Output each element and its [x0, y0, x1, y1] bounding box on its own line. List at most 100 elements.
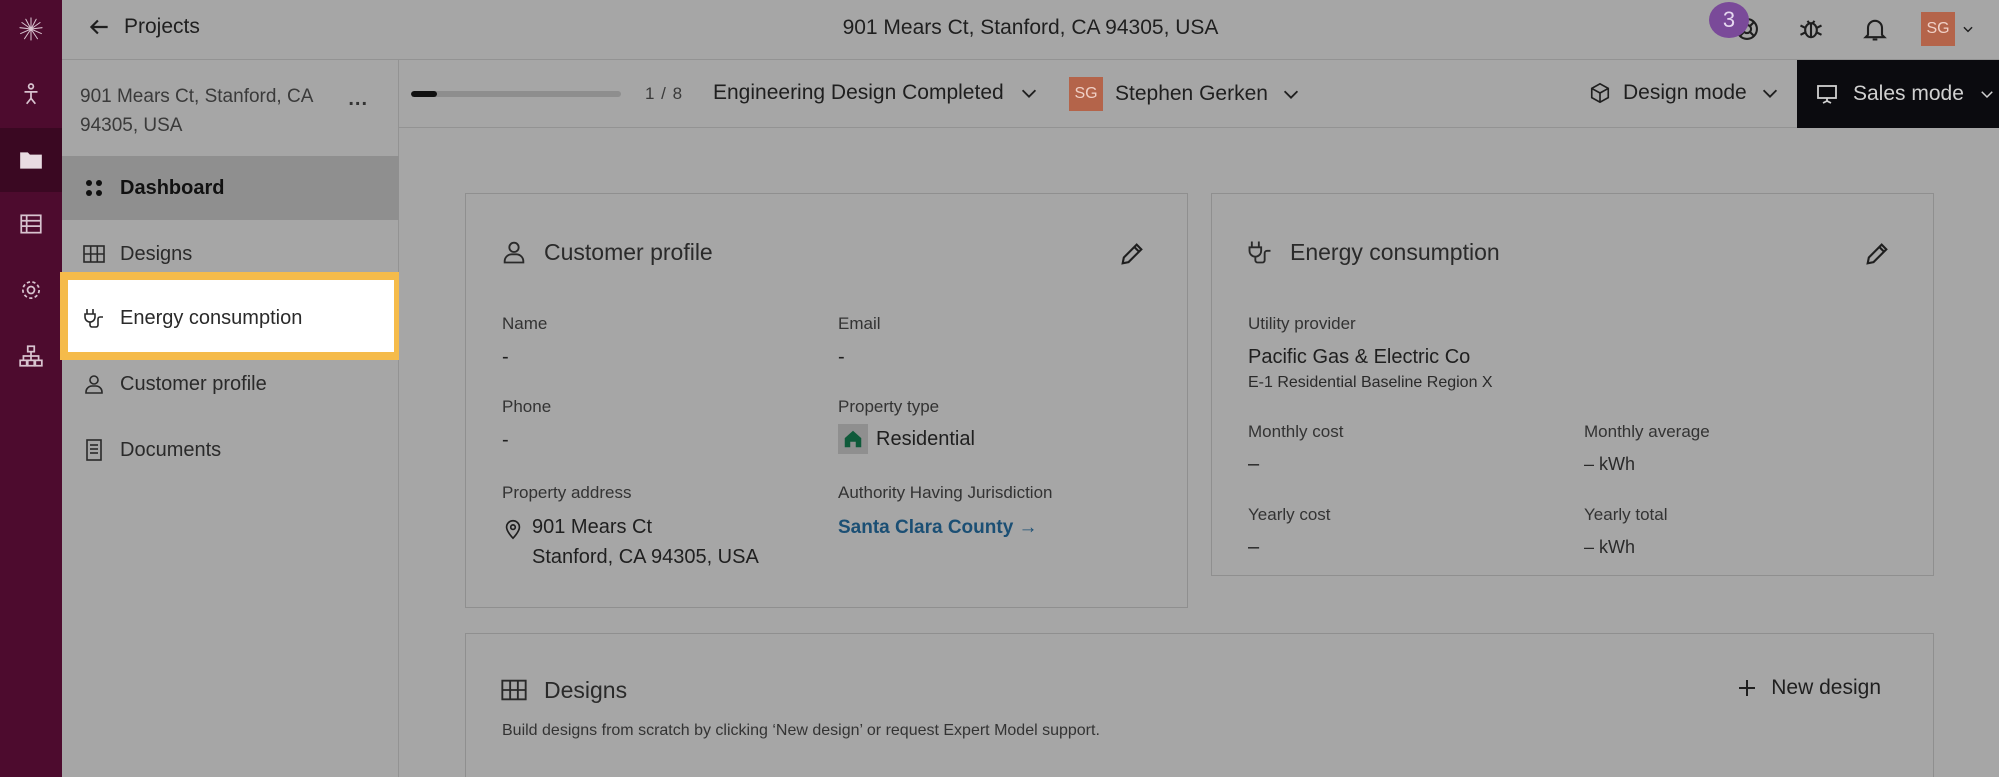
notification-count-badge: 3: [1709, 2, 1749, 38]
ahj-link[interactable]: Santa Clara County →: [838, 517, 1038, 539]
person-icon: [503, 241, 525, 264]
customer-profile-card: Customer profile Name - Email - Phone - …: [465, 193, 1188, 608]
name-value: -: [502, 346, 509, 368]
bug-icon: [1800, 20, 1822, 39]
user-menu[interactable]: SG: [1921, 12, 1975, 46]
card-title: Designs: [544, 676, 628, 703]
notifications-button[interactable]: [1857, 8, 1893, 50]
designs-card: Designs New design Build designs from sc…: [465, 633, 1934, 777]
name-label: Name: [502, 314, 548, 333]
header-actions: 3 SG: [1709, 2, 1975, 50]
project-toolbar: 1 / 8 Engineering Design Completed SG St…: [399, 60, 1999, 128]
sidebar-item-documents[interactable]: Documents: [62, 418, 399, 482]
document-icon: [86, 439, 102, 461]
assignee-dropdown[interactable]: SG Stephen Gerken: [1069, 77, 1302, 111]
new-design-label: New design: [1771, 676, 1881, 699]
progress-count: 1 / 8: [645, 84, 684, 103]
plus-icon: [1739, 680, 1756, 696]
chevron-down-icon: [1283, 90, 1299, 99]
person-icon: [85, 375, 103, 394]
yearly-total-value: – kWh: [1584, 537, 1636, 557]
rail-item-person[interactable]: [0, 62, 62, 126]
monthly-average-value: – kWh: [1584, 454, 1636, 474]
property-type-label: Property type: [838, 397, 940, 416]
project-progress-bar: [411, 91, 621, 97]
project-stage-dropdown[interactable]: Engineering Design Completed: [713, 81, 1040, 105]
sidebar-item-energy-consumption[interactable]: Energy consumption: [62, 286, 392, 350]
monthly-cost-value: –: [1248, 453, 1260, 475]
chevron-down-icon: [1021, 89, 1036, 98]
utility-provider-value: Pacific Gas & Electric Co: [1248, 346, 1471, 368]
sidebar-item-label: Documents: [120, 438, 222, 461]
sidebar-item-customer-profile[interactable]: Customer profile: [62, 352, 399, 416]
monthly-cost-label: Monthly cost: [1248, 422, 1344, 441]
yearly-cost-value: –: [1248, 536, 1260, 558]
org-chart-icon: [19, 345, 43, 367]
rail-item-settings[interactable]: [0, 258, 62, 322]
top-header: Projects 901 Mears Ct, Stanford, CA 9430…: [62, 0, 1999, 60]
design-mode-dropdown[interactable]: Design mode: [1589, 81, 1781, 105]
gear-icon: [22, 281, 40, 299]
presentation-icon: [1817, 85, 1837, 104]
email-value: -: [838, 346, 845, 368]
plug-icon: [1248, 241, 1271, 264]
address-line-2: Stanford, CA 94305, USA: [532, 546, 759, 568]
plug-icon: [84, 309, 103, 328]
more-options-button[interactable]: ...: [348, 88, 368, 111]
property-type-value: Residential: [876, 428, 975, 450]
help-button[interactable]: 3: [1709, 2, 1765, 50]
sidebar-item-label: Energy consumption: [120, 306, 303, 329]
pencil-icon[interactable]: [1863, 240, 1891, 268]
card-title: Energy consumption: [1290, 238, 1500, 265]
sidebar-item-label: Designs: [120, 242, 193, 265]
rail-item-org[interactable]: [0, 324, 62, 388]
design-mode-label: Design mode: [1623, 81, 1747, 104]
yearly-cost-label: Yearly cost: [1248, 505, 1331, 524]
new-design-button[interactable]: New design: [1735, 676, 1881, 700]
sidebar-item-label: Dashboard: [120, 176, 225, 199]
chevron-down-icon: [1762, 89, 1777, 98]
cube-icon: [1590, 82, 1610, 104]
phone-value: -: [502, 429, 509, 451]
grid-icon: [501, 679, 527, 701]
sidebar-item-label: Customer profile: [120, 372, 267, 395]
yearly-total-label: Yearly total: [1584, 505, 1668, 524]
energy-consumption-card: Energy consumption Utility provider Paci…: [1211, 193, 1934, 576]
property-address-label: Property address: [502, 483, 632, 502]
chevron-down-icon: [1963, 26, 1973, 33]
house-glyph: [844, 430, 862, 448]
progress-fill: [411, 91, 438, 97]
designs-description: Build designs from scratch by clicking ‘…: [502, 722, 1100, 739]
sunburst-logo-icon: [19, 17, 43, 41]
rail-item-projects[interactable]: [0, 128, 62, 192]
dashboard-main: Customer profile Name - Email - Phone - …: [399, 128, 1999, 777]
project-address: 901 Mears Ct, Stanford, CA 94305, USA: [80, 86, 313, 136]
back-to-projects-link[interactable]: Projects: [86, 14, 200, 40]
table-icon: [20, 214, 42, 234]
email-label: Email: [838, 314, 881, 333]
monthly-average-label: Monthly average: [1584, 422, 1710, 441]
assignee-name: Stephen Gerken: [1115, 82, 1268, 105]
app-logo[interactable]: [0, 0, 62, 58]
avatar: SG: [1069, 77, 1103, 111]
rail-item-table[interactable]: [0, 192, 62, 256]
pencil-icon[interactable]: [1118, 240, 1146, 268]
ahj-label: Authority Having Jurisdiction: [838, 483, 1053, 502]
sales-mode-button[interactable]: Sales mode: [1797, 60, 1999, 128]
utility-provider-label: Utility provider: [1248, 314, 1356, 333]
card-header: Designs: [500, 676, 627, 704]
rate-plan: E-1 Residential Baseline Region X: [1248, 374, 1493, 391]
card-header: Energy consumption: [1246, 238, 1500, 266]
app-rail: [0, 0, 62, 777]
bug-report-button[interactable]: [1793, 8, 1829, 50]
dots-grid-icon: [86, 180, 102, 196]
card-title: Customer profile: [544, 238, 713, 265]
phone-label: Phone: [502, 397, 552, 416]
stage-label: Engineering Design Completed: [713, 81, 1004, 104]
address-line-1: 901 Mears Ct: [532, 516, 653, 538]
arrow-left-icon: [89, 19, 108, 35]
home-icon: [838, 424, 868, 454]
sales-mode-label: Sales mode: [1853, 82, 1964, 105]
card-header: Customer profile: [500, 238, 713, 266]
sidebar-item-dashboard[interactable]: Dashboard: [62, 156, 399, 220]
